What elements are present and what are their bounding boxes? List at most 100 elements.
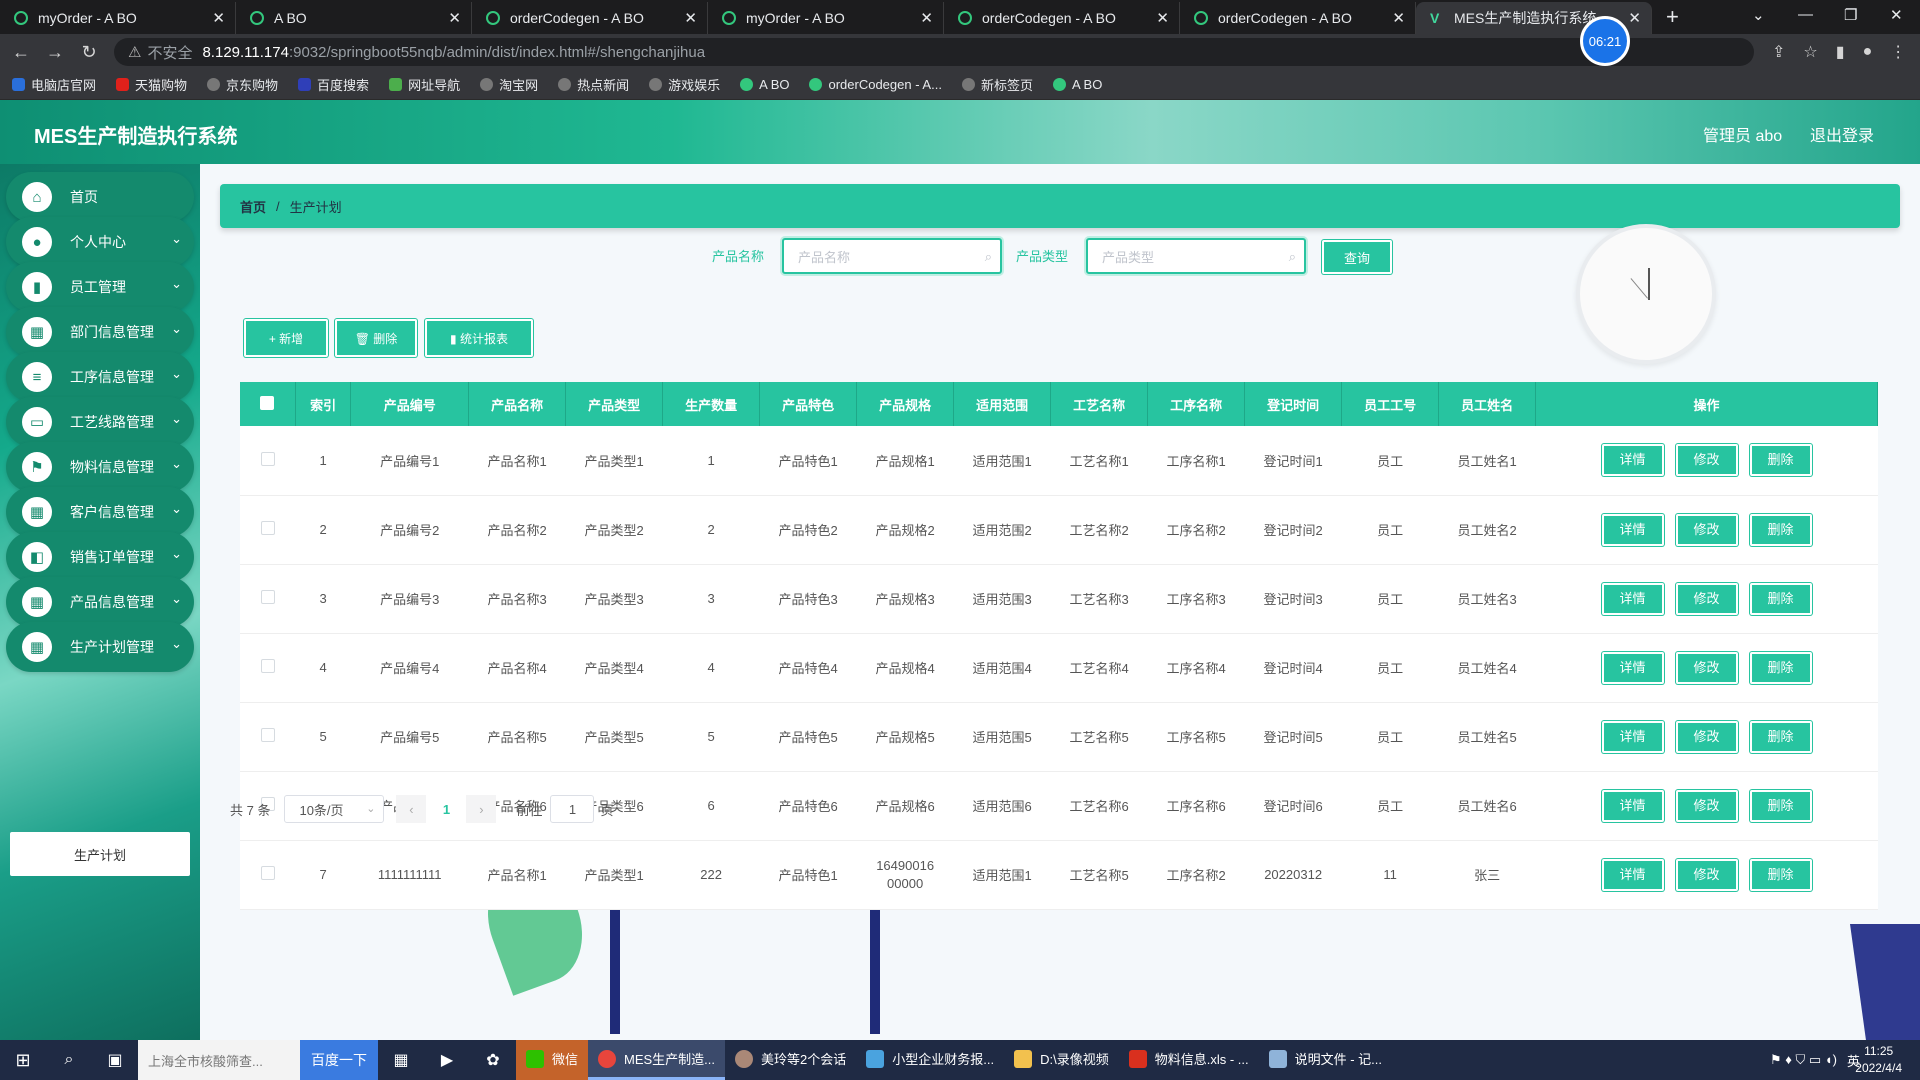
task-view-icon[interactable]: ▣ bbox=[92, 1050, 138, 1070]
breadcrumb-home[interactable]: 首页 bbox=[240, 197, 266, 216]
row-checkbox[interactable] bbox=[260, 728, 275, 742]
row-delete-button[interactable]: 删除 bbox=[1749, 444, 1812, 477]
sidebar-item[interactable]: ● 个人中心 ⌄ bbox=[6, 217, 194, 267]
taskbar-app-chat[interactable]: 美玲等2个会话 bbox=[725, 1040, 856, 1080]
sidebar-item[interactable]: ▭ 工艺线路管理 ⌄ bbox=[6, 397, 194, 447]
row-checkbox[interactable] bbox=[260, 866, 275, 880]
detail-button[interactable]: 详情 bbox=[1601, 720, 1664, 753]
edit-button[interactable]: 修改 bbox=[1675, 858, 1738, 891]
sidebar-item[interactable]: ◧ 销售订单管理 ⌄ bbox=[6, 532, 194, 582]
sidepanel-icon[interactable]: ▮ bbox=[1836, 42, 1845, 62]
tab-close-icon[interactable]: ✕ bbox=[684, 9, 697, 27]
select-all-checkbox[interactable] bbox=[260, 395, 275, 410]
tab-search-icon[interactable]: ⌄ bbox=[1752, 6, 1765, 24]
browser-tab[interactable]: A BO ✕ bbox=[236, 2, 472, 34]
app-icon[interactable]: ✿ bbox=[470, 1050, 516, 1070]
edit-button[interactable]: 修改 bbox=[1675, 444, 1738, 477]
new-tab-button[interactable]: + bbox=[1666, 2, 1679, 34]
back-icon[interactable]: ← bbox=[8, 42, 34, 63]
system-tray[interactable]: ⚑ ♦ ⛉ ▭ ◖) 英 bbox=[1770, 1040, 1860, 1080]
bookmark-star-icon[interactable]: ☆ bbox=[1803, 42, 1817, 62]
edit-button[interactable]: 修改 bbox=[1675, 789, 1738, 822]
goto-page-input[interactable]: 1 bbox=[550, 795, 595, 823]
sidebar-item[interactable]: ▦ 客户信息管理 ⌄ bbox=[6, 487, 194, 537]
taskbar-app-notepad[interactable]: 说明文件 - 记... bbox=[1259, 1040, 1392, 1080]
minimize-button[interactable]: — bbox=[1798, 6, 1813, 23]
bookmark-item[interactable]: A BO bbox=[740, 77, 789, 92]
profile-icon[interactable]: ● bbox=[1863, 43, 1873, 61]
taskbar-search-input[interactable]: 上海全市核酸筛查... 百度一下 bbox=[138, 1040, 378, 1080]
row-checkbox[interactable] bbox=[260, 521, 275, 535]
sidebar-item[interactable]: ⌂ 首页 bbox=[6, 172, 194, 222]
url-field[interactable]: ⚠ 不安全 8.129.11.174 :9032/springboot55nqb… bbox=[114, 38, 1754, 66]
page-size-select[interactable]: 10条/页 ⌄ bbox=[284, 795, 385, 823]
bookmark-item[interactable]: A BO bbox=[1052, 77, 1102, 92]
close-window-button[interactable]: ✕ bbox=[1890, 6, 1903, 24]
menu-icon[interactable]: ⋮ bbox=[1890, 42, 1906, 62]
bookmark-item[interactable]: 游戏娱乐 bbox=[649, 75, 720, 94]
edit-button[interactable]: 修改 bbox=[1675, 513, 1738, 546]
next-page-button[interactable]: › bbox=[466, 795, 497, 823]
tab-close-icon[interactable]: ✕ bbox=[1392, 9, 1405, 27]
tab-close-icon[interactable]: ✕ bbox=[448, 9, 461, 27]
query-button[interactable]: 查询 bbox=[1322, 240, 1392, 274]
bookmark-item[interactable]: 天猫购物 bbox=[116, 75, 187, 94]
bookmark-item[interactable]: 热点新闻 bbox=[558, 75, 629, 94]
add-button[interactable]: + 新增 bbox=[244, 319, 328, 357]
taskbar-app-excel[interactable]: 物料信息.xls - ... bbox=[1119, 1040, 1259, 1080]
row-delete-button[interactable]: 删除 bbox=[1749, 789, 1812, 822]
edit-button[interactable]: 修改 bbox=[1675, 720, 1738, 753]
sidebar-item[interactable]: ⚑ 物料信息管理 ⌄ bbox=[6, 442, 194, 492]
delete-button[interactable]: 🗑 删除 bbox=[335, 319, 417, 357]
row-delete-button[interactable]: 删除 bbox=[1749, 651, 1812, 684]
bookmark-item[interactable]: 新标签页 bbox=[961, 75, 1033, 94]
row-checkbox[interactable] bbox=[260, 451, 275, 466]
current-page[interactable]: 1 bbox=[426, 795, 467, 823]
forward-icon[interactable]: → bbox=[42, 42, 68, 63]
browser-tab[interactable]: orderCodegen - A BO ✕ bbox=[472, 2, 708, 34]
sidebar-item[interactable]: ▦ 部门信息管理 ⌄ bbox=[6, 307, 194, 357]
browser-tab[interactable]: orderCodegen - A BO ✕ bbox=[944, 2, 1180, 34]
reload-icon[interactable]: ↻ bbox=[76, 42, 102, 63]
taskbar-app-chrome[interactable]: MES生产制造... bbox=[588, 1040, 726, 1080]
tab-close-icon[interactable]: ✕ bbox=[1156, 9, 1169, 27]
start-button[interactable]: ⊞ bbox=[0, 1050, 46, 1071]
sidebar-item[interactable]: ▦ 产品信息管理 ⌄ bbox=[6, 577, 194, 627]
baidu-search-button[interactable]: 百度一下 bbox=[300, 1040, 378, 1080]
row-delete-button[interactable]: 删除 bbox=[1749, 582, 1812, 615]
sidebar-subitem-production-plan[interactable]: 生产计划 bbox=[10, 832, 190, 876]
tab-close-icon[interactable]: ✕ bbox=[212, 9, 225, 27]
detail-button[interactable]: 详情 bbox=[1601, 513, 1664, 546]
taskbar-app-finance[interactable]: 小型企业财务报... bbox=[856, 1040, 1004, 1080]
bookmark-item[interactable]: 淘宝网 bbox=[480, 75, 538, 94]
row-checkbox[interactable] bbox=[260, 659, 275, 673]
row-delete-button[interactable]: 删除 bbox=[1749, 720, 1812, 753]
report-button[interactable]: ▮ 统计报表 bbox=[425, 319, 533, 357]
bookmark-item[interactable]: 网址导航 bbox=[389, 75, 460, 94]
taskbar-app-wechat[interactable]: 微信 bbox=[516, 1040, 589, 1080]
product-name-input[interactable]: 产品名称 ⌕ bbox=[782, 238, 1002, 274]
sidebar-item[interactable]: ≡ 工序信息管理 ⌄ bbox=[6, 352, 194, 402]
search-icon[interactable]: ⌕ bbox=[46, 1051, 92, 1069]
app-icon[interactable]: ▶ bbox=[424, 1050, 470, 1070]
bookmark-item[interactable]: 百度搜索 bbox=[298, 75, 369, 94]
detail-button[interactable]: 详情 bbox=[1601, 651, 1664, 684]
tab-close-icon[interactable]: ✕ bbox=[1628, 9, 1641, 27]
edit-button[interactable]: 修改 bbox=[1675, 651, 1738, 684]
detail-button[interactable]: 详情 bbox=[1601, 789, 1664, 822]
browser-tab[interactable]: myOrder - A BO ✕ bbox=[708, 2, 944, 34]
logout-link[interactable]: 退出登录 bbox=[1810, 122, 1874, 146]
detail-button[interactable]: 详情 bbox=[1601, 582, 1664, 615]
tab-close-icon[interactable]: ✕ bbox=[920, 9, 933, 27]
detail-button[interactable]: 详情 bbox=[1601, 858, 1664, 891]
restore-button[interactable]: ❐ bbox=[1844, 6, 1857, 24]
detail-button[interactable]: 详情 bbox=[1601, 444, 1664, 477]
browser-tab[interactable]: orderCodegen - A BO ✕ bbox=[1180, 2, 1416, 34]
bookmark-item[interactable]: 电脑店官网 bbox=[12, 75, 96, 94]
app-icon[interactable]: ▦ bbox=[378, 1050, 424, 1070]
taskbar-app-folder[interactable]: D:\录像视频 bbox=[1004, 1040, 1119, 1080]
taskbar-clock[interactable]: 11:25 2022/4/4 bbox=[1855, 1043, 1902, 1077]
row-delete-button[interactable]: 删除 bbox=[1749, 858, 1812, 891]
prev-page-button[interactable]: ‹ bbox=[396, 795, 427, 823]
browser-tab[interactable]: myOrder - A BO ✕ bbox=[0, 2, 236, 34]
